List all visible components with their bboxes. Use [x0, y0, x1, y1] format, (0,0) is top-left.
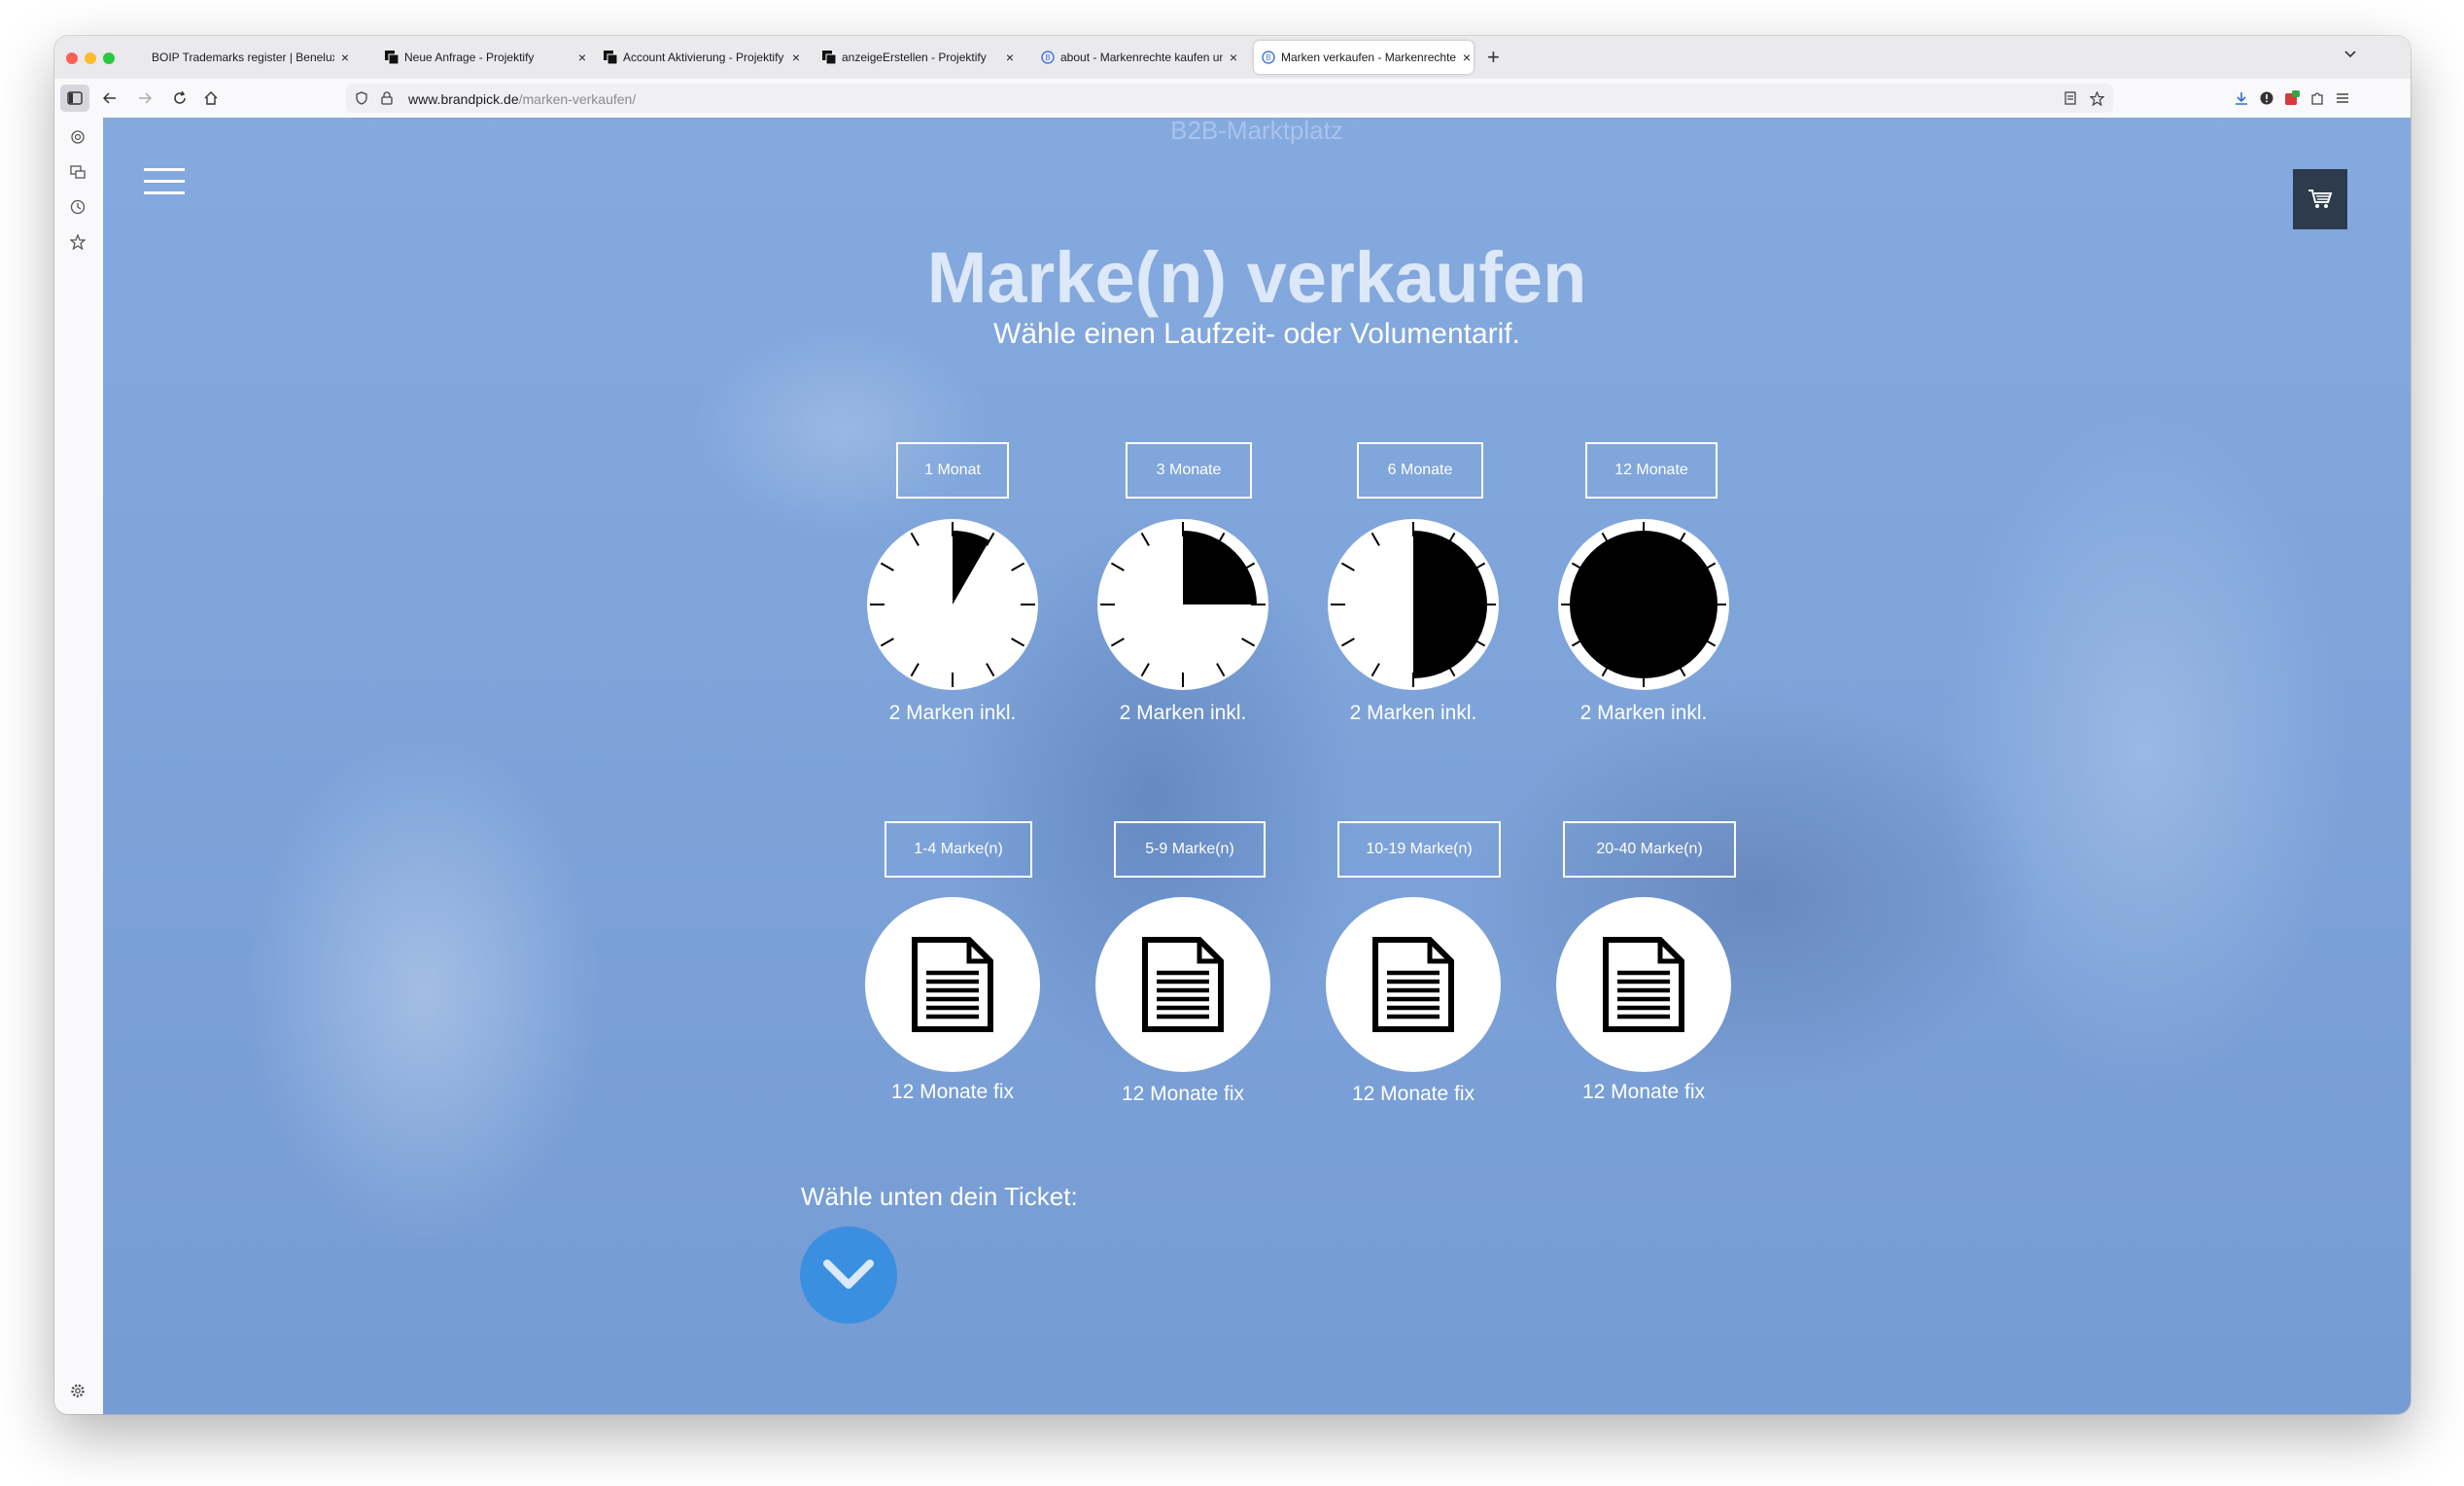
- ai-chatbot-icon[interactable]: [68, 127, 87, 147]
- plan-1-4-marken-button[interactable]: 1-4 Marke(n): [885, 821, 1032, 878]
- minimize-window-button[interactable]: [85, 52, 96, 64]
- zoom-window-button[interactable]: [103, 52, 115, 64]
- volume-plan-20-40-circle[interactable]: [1556, 897, 1731, 1072]
- web-page: B2B-Marktplatz Marke(n) verkaufen Wähle …: [103, 118, 2411, 1414]
- volume-plan-10-19-caption: 12 Monate fix: [1351, 1083, 1475, 1105]
- lock-icon[interactable]: [377, 85, 397, 112]
- page-title: Marke(n) verkaufen: [926, 237, 1587, 318]
- projektify-favicon-icon: [822, 51, 836, 64]
- tab-marken-verkaufen[interactable]: B Marken verkaufen - Markenrechte ×: [1254, 41, 1474, 74]
- sidebar-settings-gear-icon[interactable]: [68, 1381, 87, 1400]
- tab-title: BOIP Trademarks register | Benelux: [152, 51, 334, 64]
- back-arrow-icon[interactable]: [97, 85, 122, 112]
- shopping-cart-button[interactable]: [2293, 169, 2347, 229]
- sidebar-toggle-icon[interactable]: [60, 85, 89, 112]
- plan-6-monate-caption: 2 Marken inkl.: [1349, 702, 1477, 724]
- tracking-protection-shield-icon[interactable]: [352, 85, 371, 112]
- window-controls: [66, 52, 115, 64]
- volume-plan-5-9-caption: 12 Monate fix: [1121, 1083, 1245, 1105]
- plan-12-monate-caption: 2 Marken inkl.: [1579, 702, 1708, 724]
- extensions-puzzle-icon[interactable]: [2306, 85, 2329, 112]
- tab-bar: BOIP Trademarks register | Benelux × Neu…: [54, 36, 2411, 79]
- tab-about-markenrechte[interactable]: B about - Markenrechte kaufen und ×: [1041, 41, 1240, 74]
- tab-boip[interactable]: BOIP Trademarks register | Benelux ×: [152, 41, 352, 74]
- close-tab-icon[interactable]: ×: [575, 50, 589, 65]
- dial-fill: [1570, 531, 1718, 678]
- site-tagline: B2B-Marktplatz: [1170, 118, 1343, 145]
- tab-anzeige-erstellen[interactable]: anzeigeErstellen - Projektify ×: [822, 41, 1017, 74]
- duration-dial-3-monate-icon[interactable]: [1095, 517, 1270, 692]
- close-tab-icon[interactable]: ×: [789, 50, 803, 65]
- history-clock-icon[interactable]: [68, 197, 87, 217]
- plan-20-40-marken-button[interactable]: 20-40 Marke(n): [1563, 821, 1736, 878]
- ticket-prompt: Wähle unten dein Ticket:: [801, 1182, 1078, 1211]
- tab-title: about - Markenrechte kaufen und: [1060, 51, 1223, 64]
- list-all-tabs-chevron-icon[interactable]: [2343, 46, 2358, 66]
- new-tab-button[interactable]: +: [1487, 45, 1500, 70]
- tab-title: anzeigeErstellen - Projektify: [842, 51, 987, 64]
- plan-5-9-marken-button[interactable]: 5-9 Marke(n): [1114, 821, 1266, 878]
- plan-6-monate-button[interactable]: 6 Monate: [1357, 442, 1483, 499]
- brandpick-favicon-icon: B: [1041, 51, 1055, 64]
- close-tab-icon[interactable]: ×: [1003, 50, 1017, 65]
- close-tab-icon[interactable]: ×: [1460, 50, 1474, 65]
- brandpick-favicon-icon: B: [1262, 51, 1275, 64]
- duration-dial-12-monate-icon[interactable]: [1556, 517, 1731, 692]
- url-text[interactable]: www.brandpick.de/marken-verkaufen/: [408, 91, 636, 107]
- bookmarks-star-icon[interactable]: [68, 232, 87, 252]
- downloads-icon[interactable]: [2230, 85, 2253, 112]
- bookmark-star-icon[interactable]: [2086, 85, 2107, 112]
- extension-badge-icon[interactable]: [2280, 85, 2304, 112]
- plan-1-monat-button[interactable]: 1 Monat: [896, 442, 1009, 499]
- chevron-down-icon: [823, 1260, 874, 1289]
- volume-plan-20-40-caption: 12 Monate fix: [1581, 1081, 1706, 1103]
- scroll-down-button[interactable]: [800, 1227, 897, 1324]
- volume-plan-10-19-circle[interactable]: [1326, 897, 1501, 1072]
- synced-tabs-icon[interactable]: [68, 162, 87, 182]
- projektify-favicon-icon: [604, 51, 617, 64]
- app-menu-icon[interactable]: [2331, 85, 2354, 112]
- duration-dial-1-monat-icon[interactable]: [865, 517, 1040, 692]
- tab-title: Account Aktivierung - Projektify: [623, 51, 784, 64]
- reload-icon[interactable]: [167, 85, 192, 112]
- document-icon: [912, 937, 993, 1032]
- volume-plan-1-4-caption: 12 Monate fix: [890, 1081, 1015, 1103]
- close-window-button[interactable]: [66, 52, 78, 64]
- tab-title: Neue Anfrage - Projektify: [404, 51, 535, 64]
- svg-text:B: B: [1266, 53, 1270, 62]
- browser-window: BOIP Trademarks register | Benelux × Neu…: [54, 36, 2411, 1414]
- url-domain: www.brandpick.de: [408, 91, 519, 107]
- page-subtitle: Wähle einen Laufzeit- oder Volumentarif.: [993, 318, 1520, 350]
- document-icon: [1372, 937, 1454, 1032]
- tab-neue-anfrage[interactable]: Neue Anfrage - Projektify ×: [385, 41, 589, 74]
- close-tab-icon[interactable]: ×: [1227, 50, 1240, 65]
- tab-title: Marken verkaufen - Markenrechte: [1281, 51, 1456, 64]
- document-icon: [1603, 937, 1684, 1032]
- dial-fill: [1183, 531, 1257, 605]
- extension-info-icon[interactable]: [2255, 85, 2278, 112]
- document-icon: [1142, 937, 1224, 1032]
- forward-arrow-icon[interactable]: [132, 85, 157, 112]
- reader-view-icon[interactable]: [2060, 85, 2081, 112]
- duration-dial-6-monate-icon[interactable]: [1326, 517, 1501, 692]
- plan-10-19-marken-button[interactable]: 10-19 Marke(n): [1337, 821, 1501, 878]
- hamburger-menu-icon[interactable]: [144, 168, 185, 197]
- close-tab-icon[interactable]: ×: [338, 50, 352, 65]
- plan-1-monat-caption: 2 Marken inkl.: [888, 702, 1017, 724]
- url-path: /marken-verkaufen/: [518, 91, 637, 107]
- plan-12-monate-button[interactable]: 12 Monate: [1585, 442, 1718, 499]
- navigation-toolbar: www.brandpick.de/marken-verkaufen/: [54, 79, 2411, 119]
- browser-sidebar: [54, 118, 104, 1414]
- volume-plan-1-4-circle[interactable]: [865, 897, 1040, 1072]
- projektify-favicon-icon: [385, 51, 399, 64]
- volume-plan-5-9-circle[interactable]: [1095, 897, 1270, 1072]
- plan-3-monate-button[interactable]: 3 Monate: [1126, 442, 1252, 499]
- plan-3-monate-caption: 2 Marken inkl.: [1119, 702, 1247, 724]
- tab-account-aktivierung[interactable]: Account Aktivierung - Projektify ×: [604, 41, 803, 74]
- home-icon[interactable]: [198, 85, 224, 112]
- shopping-cart-icon: [2308, 190, 2333, 208]
- svg-text:B: B: [1045, 53, 1050, 62]
